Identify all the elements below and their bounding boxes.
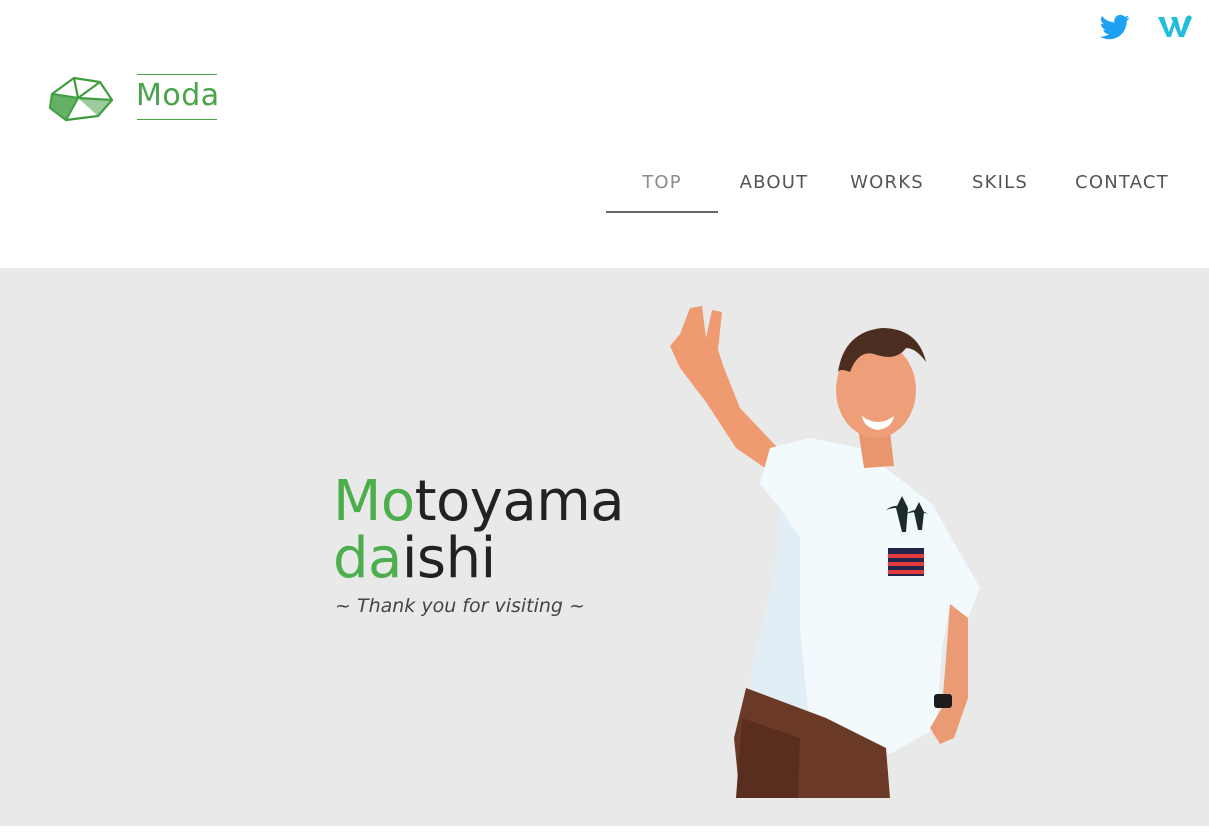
hero-tagline: ~ Thank you for visiting ~ [335,595,585,617]
twitter-link[interactable] [1098,12,1132,42]
nav-active-underline [606,211,718,213]
wantedly-link[interactable] [1157,12,1193,42]
main-nav: TOP ABOUT WORKS SKILS CONTACT [0,160,1209,220]
person-photo [670,306,980,798]
hero-name-accent: da [333,526,402,591]
logo-rule-bottom [137,119,217,120]
wantedly-icon [1158,15,1192,37]
nav-item-top[interactable]: TOP [606,172,718,193]
nav-item-contact[interactable]: CONTACT [1066,172,1178,193]
nav-item-works[interactable]: WORKS [840,172,934,193]
twitter-icon [1099,14,1130,40]
hero-name-rest: ishi [401,526,496,591]
hero-name-rest: toyama [414,469,625,534]
site-logo[interactable]: Moda [48,70,228,126]
polyhedron-logo-icon [48,76,114,122]
hero-name-accent: Mo [333,469,415,534]
hero-name-line1: Motoyama [333,473,625,530]
logo-rule-top [137,74,217,75]
nav-item-skils[interactable]: SKILS [960,172,1040,193]
logo-text: Moda [136,78,220,113]
hero-name: Motoyama daishi [333,473,625,587]
hero-name-line2: daishi [333,530,624,587]
hero-section: Motoyama daishi ~ Thank you for visiting… [0,268,1209,826]
nav-item-about[interactable]: ABOUT [728,172,820,193]
